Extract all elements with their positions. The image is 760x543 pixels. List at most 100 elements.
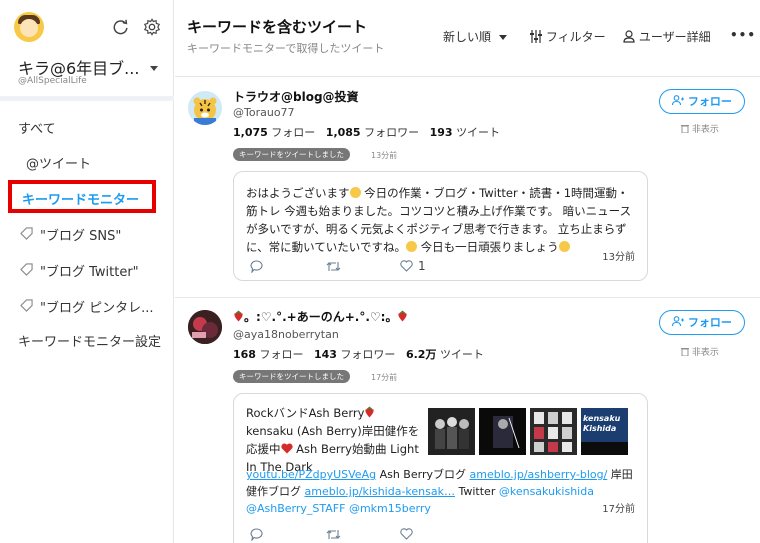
add-user-icon	[672, 95, 685, 106]
tweet-text-part: kensaku (Ash Berry)岸田健作を	[246, 424, 420, 438]
tweet-body[interactable]: RockバンドAsh Berry kensaku (Ash Berry)岸田健作…	[233, 393, 648, 543]
smile-emoji-icon	[558, 241, 570, 252]
tweet-label: ツイート	[439, 348, 484, 361]
tweet-mention[interactable]: @kensakukishida	[499, 485, 594, 498]
tweet-count: 193	[429, 126, 453, 139]
tweet-text-links: youtu.be/PZdpyUSVeAg Ash Berryブログ ameblo…	[246, 466, 638, 517]
page-title: キーワードを含むツイート	[187, 18, 368, 36]
reply-icon[interactable]	[250, 260, 263, 273]
follow-button[interactable]: フォロー	[659, 89, 745, 114]
media-thumbnail[interactable]	[428, 408, 475, 455]
follow-button-label: フォロー	[687, 316, 732, 329]
sidebar-item-all[interactable]: すべて	[18, 118, 56, 137]
tweet-author-name-text: 。:♡.°.+あーのん+.°.♡:。	[244, 310, 398, 324]
tweet-text-part: 応援中	[246, 442, 281, 456]
tweet-author-name[interactable]: 。:♡.°.+あーのん+.°.♡:。	[233, 308, 408, 325]
hide-label: 非表示	[691, 125, 719, 135]
sidebar-item-keyword-monitor[interactable]: キーワードモニター	[8, 180, 156, 213]
tweet-label: ツイート	[456, 126, 501, 139]
filter-label: フィルター	[545, 30, 606, 44]
tweet-author-stats: 168 フォロー 143 フォロワー 6.2万 ツイート	[233, 346, 484, 362]
sidebar-divider	[0, 96, 174, 101]
caret-down-icon	[498, 35, 507, 40]
trash-icon	[681, 125, 689, 134]
like-icon[interactable]	[400, 260, 413, 272]
tweet-text-part: おはようございます	[246, 186, 350, 200]
tweet-author-handle: @Torauo77	[233, 106, 295, 119]
hide-button[interactable]: 非表示	[681, 345, 719, 358]
more-menu-button[interactable]: •••	[730, 28, 756, 42]
media-thumbnail[interactable]: kensaku Kishida	[581, 408, 628, 455]
follow-button-label: フォロー	[687, 95, 732, 108]
tweet-text: おはようございます 今日の作業・ブログ・Twitter・読書・1時間運動・筋トレ…	[246, 184, 638, 256]
avatar-face	[20, 19, 38, 37]
avatar[interactable]	[188, 310, 222, 344]
tweet-author-name[interactable]: トラウオ@blog@投資	[233, 88, 359, 105]
user-detail-label: ユーザー詳細	[638, 30, 711, 44]
refresh-icon[interactable]	[112, 18, 130, 36]
hide-button[interactable]: 非表示	[681, 122, 719, 135]
strawberry-icon	[234, 310, 243, 322]
sort-dropdown[interactable]: 新しい順	[443, 28, 507, 45]
tweet-mention[interactable]: @mkm15berry	[349, 502, 431, 515]
filter-button[interactable]: フィルター	[530, 28, 606, 45]
page-subtitle: キーワードモニターで取得したツイート	[187, 42, 385, 55]
follow-count: 168	[233, 348, 256, 361]
heart-icon	[280, 443, 293, 454]
follower-label: フォロワー	[340, 348, 396, 361]
chevron-down-icon[interactable]	[150, 66, 158, 71]
sidebar-item-keyword-2[interactable]: "ブログ Twitter"	[40, 261, 139, 280]
sidebar-item-keyword-settings[interactable]: キーワードモニター設定	[18, 331, 161, 350]
tweet-link[interactable]: ameblo.jp/ashberry-blog/	[469, 468, 607, 481]
tweet-text-part: Ash Berryブログ	[376, 468, 470, 481]
thumbnail-image	[530, 408, 577, 455]
sidebar-item-keyword-1[interactable]: "ブログ SNS"	[40, 225, 121, 244]
filter-icon	[530, 30, 542, 43]
tag-icon	[20, 299, 33, 312]
avatar-tiger-icon	[188, 91, 222, 125]
tweet-time: 13分前	[602, 252, 635, 263]
add-user-icon	[672, 316, 685, 327]
tweet-body[interactable]: おはようございます 今日の作業・ブログ・Twitter・読書・1時間運動・筋トレ…	[233, 171, 648, 281]
tweet-link[interactable]: ameblo.jp/kishida-kensak…	[305, 485, 455, 498]
gear-icon[interactable]	[143, 18, 161, 36]
avatar[interactable]	[188, 91, 222, 125]
follower-count: 143	[313, 348, 337, 361]
user-detail-button[interactable]: ユーザー詳細	[623, 28, 711, 45]
keyword-badge: キーワードをツイートしました	[233, 370, 350, 383]
user-icon	[623, 30, 635, 43]
badge-time: 13分前	[371, 151, 398, 160]
tweet-link[interactable]: youtu.be/PZdpyUSVeAg	[246, 468, 376, 481]
sidebar: キラ@6年目ブ... @AllSpecialLife すべて @ツイート キーワ…	[0, 0, 174, 543]
tweet-card: トラウオ@blog@投資 @Torauo77 1,075 フォロー 1,085 …	[175, 77, 760, 297]
thumbnail-image	[428, 408, 475, 455]
tweet-author-stats: 1,075 フォロー 1,085 フォロワー 193 ツイート	[233, 124, 500, 140]
reply-icon[interactable]	[250, 528, 263, 541]
tweet-text-part: RockバンドAsh Berry	[246, 406, 365, 420]
follow-button[interactable]: フォロー	[659, 310, 745, 335]
media-thumbnail[interactable]	[479, 408, 526, 455]
media-thumbnail[interactable]	[530, 408, 577, 455]
tweet-author-handle: @aya18noberrytan	[233, 328, 339, 341]
follower-count: 1,085	[325, 126, 361, 139]
badge-time: 17分前	[371, 373, 398, 382]
tweet-time: 17分前	[602, 504, 635, 515]
sidebar-item-keyword-3[interactable]: "ブログ ピンタレ...	[40, 297, 154, 316]
like-icon[interactable]	[400, 528, 413, 540]
strawberry-icon	[365, 406, 375, 418]
follow-count: 1,075	[233, 126, 268, 139]
tweet-count: 6.2万	[405, 348, 437, 361]
tweet-text-part: 今日も一日頑張りましょう	[416, 240, 559, 254]
follow-label: フォロー	[271, 126, 316, 139]
retweet-icon[interactable]	[326, 260, 341, 273]
smile-emoji-icon	[349, 187, 361, 198]
hide-label: 非表示	[691, 348, 719, 358]
sidebar-item-tweets[interactable]: @ツイート	[26, 153, 91, 172]
avatar[interactable]	[14, 12, 44, 42]
retweet-icon[interactable]	[326, 528, 341, 541]
account-handle: @AllSpecialLife	[18, 76, 87, 86]
tweet-mention[interactable]: @AshBerry_STAFF	[246, 502, 345, 515]
thumbnail-caption: kensaku Kishida	[583, 414, 621, 433]
tag-icon	[20, 263, 33, 276]
smile-emoji-icon	[405, 241, 417, 252]
